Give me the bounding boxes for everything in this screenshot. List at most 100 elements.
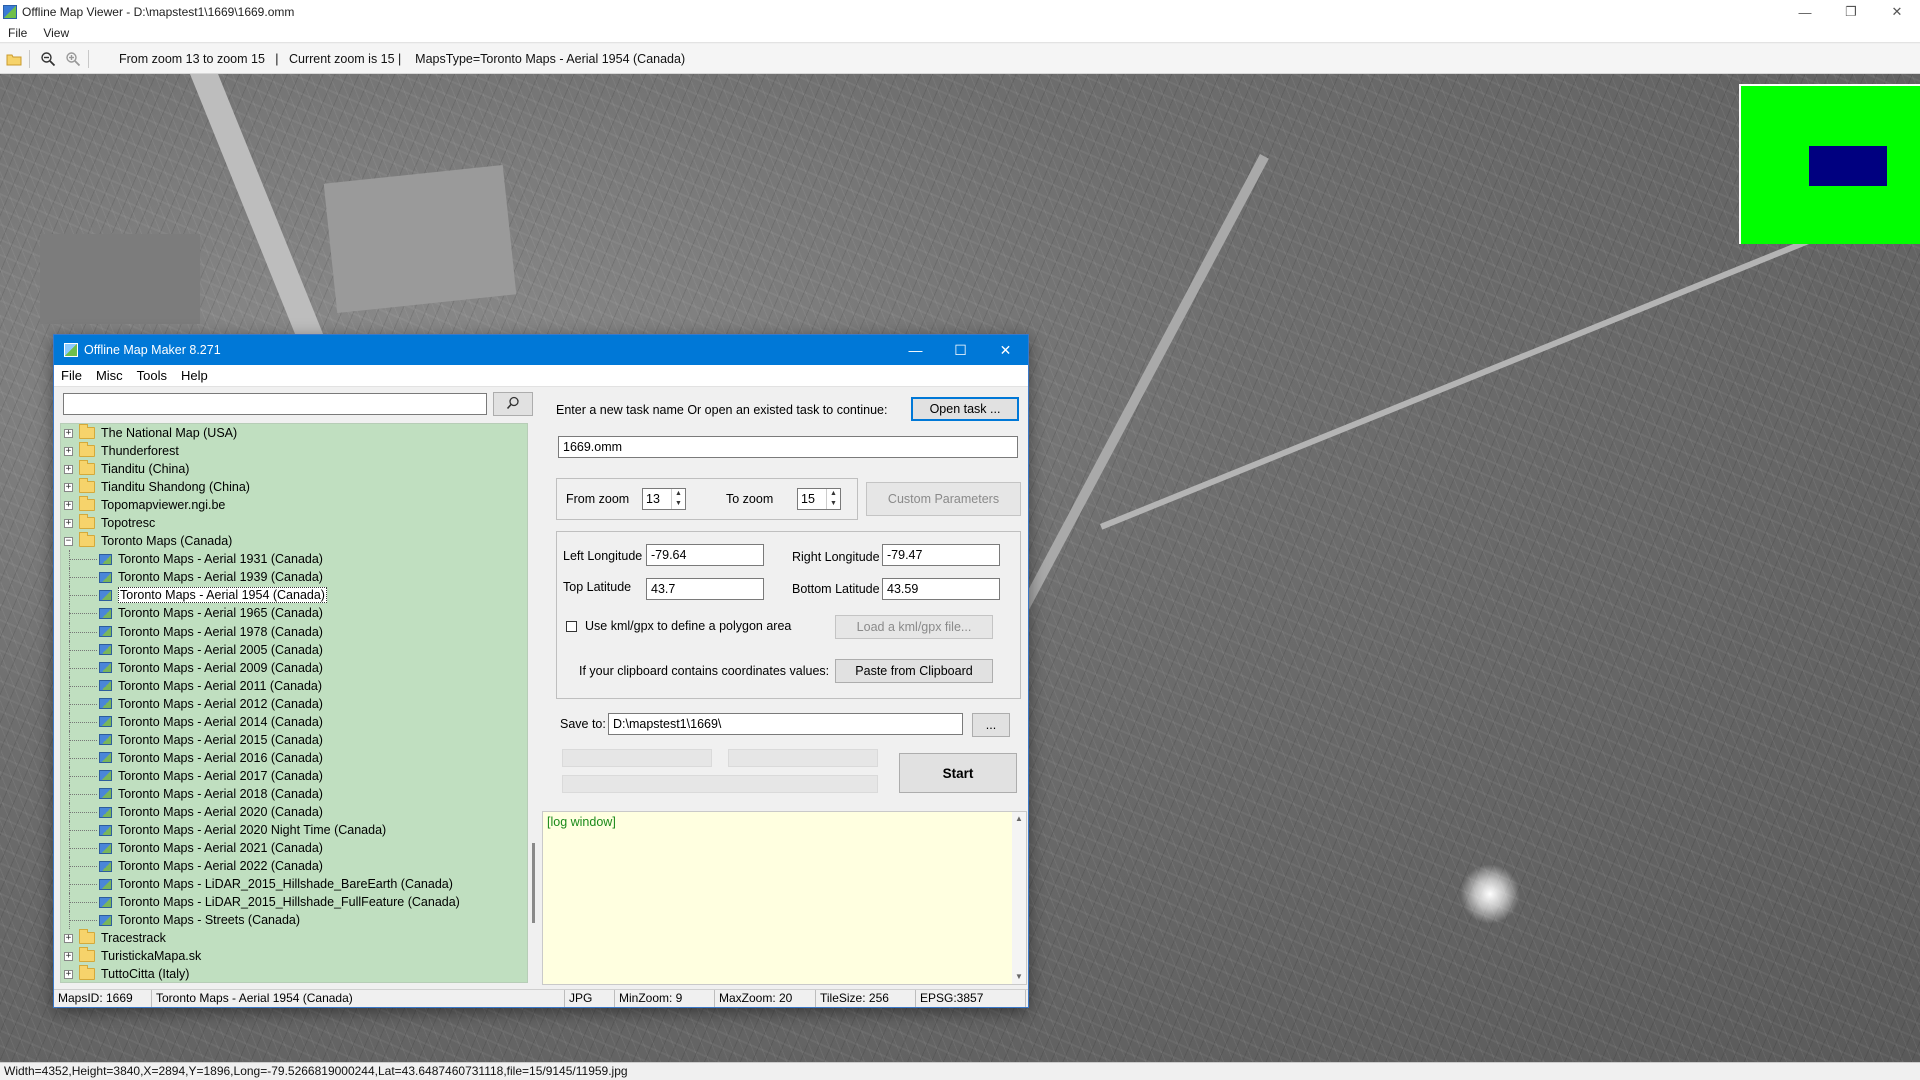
dialog-close-button[interactable]: ✕ — [983, 335, 1028, 365]
dialog-minimize-button[interactable]: — — [893, 335, 938, 365]
tree-child-item[interactable]: Toronto Maps - Aerial 1939 (Canada) — [61, 568, 527, 587]
map-layer-icon — [99, 626, 112, 638]
open-task-button[interactable]: Open task ... — [911, 397, 1019, 421]
tree-item[interactable]: + Topomapviewer.ngi.be — [61, 496, 527, 514]
tree-child-item[interactable]: Toronto Maps - Aerial 2009 (Canada) — [61, 658, 527, 677]
tree-child-item-selected[interactable]: Toronto Maps - Aerial 1954 (Canada) — [61, 586, 527, 605]
dialog-title-bar[interactable]: Offline Map Maker 8.271 — ☐ ✕ — [54, 335, 1028, 365]
map-layer-icon — [99, 571, 112, 583]
spin-down-icon[interactable]: ▼ — [827, 499, 840, 509]
dialog-menu-tools[interactable]: Tools — [130, 368, 174, 383]
custom-parameters-button[interactable]: Custom Parameters — [866, 482, 1021, 516]
tree-item-label: Tracestrack — [101, 931, 166, 946]
expand-icon[interactable]: + — [64, 933, 73, 943]
menu-file[interactable]: File — [0, 26, 35, 40]
spin-up-icon[interactable]: ▲ — [672, 489, 685, 499]
tree-item[interactable]: + Tianditu (China) — [61, 460, 527, 478]
search-button[interactable] — [493, 392, 533, 416]
tree-child-item[interactable]: Toronto Maps - Aerial 2016 (Canada) — [61, 748, 527, 767]
load-kml-button[interactable]: Load a kml/gpx file... — [835, 615, 993, 639]
map-layer-icon — [99, 842, 112, 854]
tree-item[interactable]: + Topotresc — [61, 514, 527, 532]
tree-item[interactable]: + TuttoCitta (Italy) — [61, 965, 527, 982]
from-zoom-spinner[interactable]: 13 ▲ ▼ — [642, 488, 686, 510]
expand-icon[interactable]: + — [64, 482, 73, 492]
log-window[interactable]: [log window] ▲ ▼ — [542, 811, 1027, 985]
scroll-down-icon[interactable]: ▼ — [1012, 970, 1026, 984]
minimize-button[interactable]: — — [1782, 0, 1828, 24]
tree-child-item[interactable]: Toronto Maps - Aerial 2005 (Canada) — [61, 640, 527, 659]
to-zoom-value: 15 — [801, 492, 815, 506]
tree-item-label: Toronto Maps (Canada) — [101, 534, 233, 549]
tree-item-expanded[interactable]: − Toronto Maps (Canada) — [61, 532, 527, 550]
expand-icon[interactable]: + — [64, 464, 73, 474]
save-path-input[interactable] — [608, 713, 963, 735]
kml-checkbox[interactable] — [566, 621, 577, 632]
start-button[interactable]: Start — [899, 753, 1017, 793]
tree-item[interactable]: + Thunderforest — [61, 442, 527, 460]
tree-child-item[interactable]: Toronto Maps - Aerial 1965 (Canada) — [61, 604, 527, 623]
minimap-viewport[interactable] — [1809, 146, 1887, 186]
tree-child-item[interactable]: Toronto Maps - Aerial 2018 (Canada) — [61, 784, 527, 804]
tree-child-item[interactable]: Toronto Maps - Aerial 2012 (Canada) — [61, 694, 527, 713]
tree-child-item[interactable]: Toronto Maps - Aerial 1931 (Canada) — [61, 550, 527, 569]
expand-icon[interactable]: + — [64, 951, 73, 961]
spin-up-icon[interactable]: ▲ — [827, 489, 840, 499]
zoom-out-icon[interactable] — [37, 48, 59, 70]
tree-child-item[interactable]: Toronto Maps - Aerial 1978 (Canada) — [61, 622, 527, 641]
tree-child-item[interactable]: Toronto Maps - Aerial 2022 (Canada) — [61, 857, 527, 876]
log-scrollbar[interactable]: ▲ ▼ — [1012, 812, 1026, 984]
menu-view[interactable]: View — [35, 26, 77, 40]
tree-child-item[interactable]: Toronto Maps - Aerial 2017 (Canada) — [61, 766, 527, 785]
tree-child-item[interactable]: Toronto Maps - LiDAR_2015_Hillshade_Full… — [61, 893, 527, 912]
zoom-in-icon[interactable] — [62, 48, 84, 70]
expand-icon[interactable]: + — [64, 969, 73, 979]
map-source-tree[interactable]: + The National Map (USA) + Thunderforest +… — [60, 423, 528, 983]
right-longitude-input[interactable] — [882, 544, 1000, 566]
tree-child-item[interactable]: Toronto Maps - Aerial 2020 Night Time (C… — [61, 821, 527, 840]
expand-icon[interactable]: + — [64, 446, 73, 456]
tree-item[interactable]: + TuristickaMapa.sk — [61, 947, 527, 965]
close-button[interactable]: ✕ — [1874, 0, 1920, 24]
tree-child-item[interactable]: Toronto Maps - Aerial 2021 (Canada) — [61, 839, 527, 858]
spin-down-icon[interactable]: ▼ — [672, 499, 685, 509]
open-folder-icon[interactable] — [3, 48, 25, 70]
map-layer-icon — [99, 752, 112, 764]
tree-item-label: Tianditu (China) — [101, 462, 190, 477]
dialog-menu-misc[interactable]: Misc — [89, 368, 130, 383]
paste-clipboard-button[interactable]: Paste from Clipboard — [835, 659, 993, 683]
expand-icon[interactable]: + — [64, 518, 73, 528]
tree-scrollbar-thumb[interactable] — [532, 843, 535, 923]
browse-button[interactable]: ... — [972, 713, 1010, 737]
tree-item[interactable]: + Tracestrack — [61, 929, 527, 947]
tree-child-item[interactable]: Toronto Maps - Streets (Canada) — [61, 911, 527, 930]
map-layer-icon — [99, 662, 112, 674]
tree-child-item[interactable]: Toronto Maps - Aerial 2011 (Canada) — [61, 676, 527, 695]
spinner-arrows[interactable]: ▲ ▼ — [671, 489, 685, 509]
tree-child-item[interactable]: Toronto Maps - Aerial 2014 (Canada) — [61, 712, 527, 731]
left-longitude-input[interactable] — [646, 544, 764, 566]
progress-bar-total — [562, 775, 878, 793]
task-name-input[interactable] — [558, 436, 1018, 458]
dialog-menu-file[interactable]: File — [54, 368, 89, 383]
tree-item[interactable]: + Tianditu Shandong (China) — [61, 478, 527, 496]
tree-child-item[interactable]: Toronto Maps - Aerial 2020 (Canada) — [61, 802, 527, 822]
top-latitude-input[interactable] — [646, 578, 764, 600]
tree-child-item[interactable]: Toronto Maps - Aerial 2015 (Canada) — [61, 730, 527, 749]
search-input[interactable] — [63, 393, 487, 415]
maximize-button[interactable]: ❐ — [1828, 0, 1874, 24]
expand-icon[interactable]: + — [64, 500, 73, 510]
collapse-icon[interactable]: − — [64, 536, 73, 546]
tree-item[interactable]: + The National Map (USA) — [61, 424, 527, 442]
scroll-up-icon[interactable]: ▲ — [1012, 812, 1026, 826]
tree-scrollbar[interactable] — [530, 423, 537, 983]
dialog-menu-help[interactable]: Help — [174, 368, 215, 383]
search-icon — [506, 396, 520, 413]
spinner-arrows[interactable]: ▲ ▼ — [826, 489, 840, 509]
to-zoom-spinner[interactable]: 15 ▲ ▼ — [797, 488, 841, 510]
overview-minimap[interactable] — [1739, 84, 1920, 244]
bottom-latitude-input[interactable] — [882, 578, 1000, 600]
dialog-maximize-button[interactable]: ☐ — [938, 335, 983, 365]
expand-icon[interactable]: + — [64, 428, 73, 438]
tree-child-item[interactable]: Toronto Maps - LiDAR_2015_Hillshade_Bare… — [61, 875, 527, 894]
